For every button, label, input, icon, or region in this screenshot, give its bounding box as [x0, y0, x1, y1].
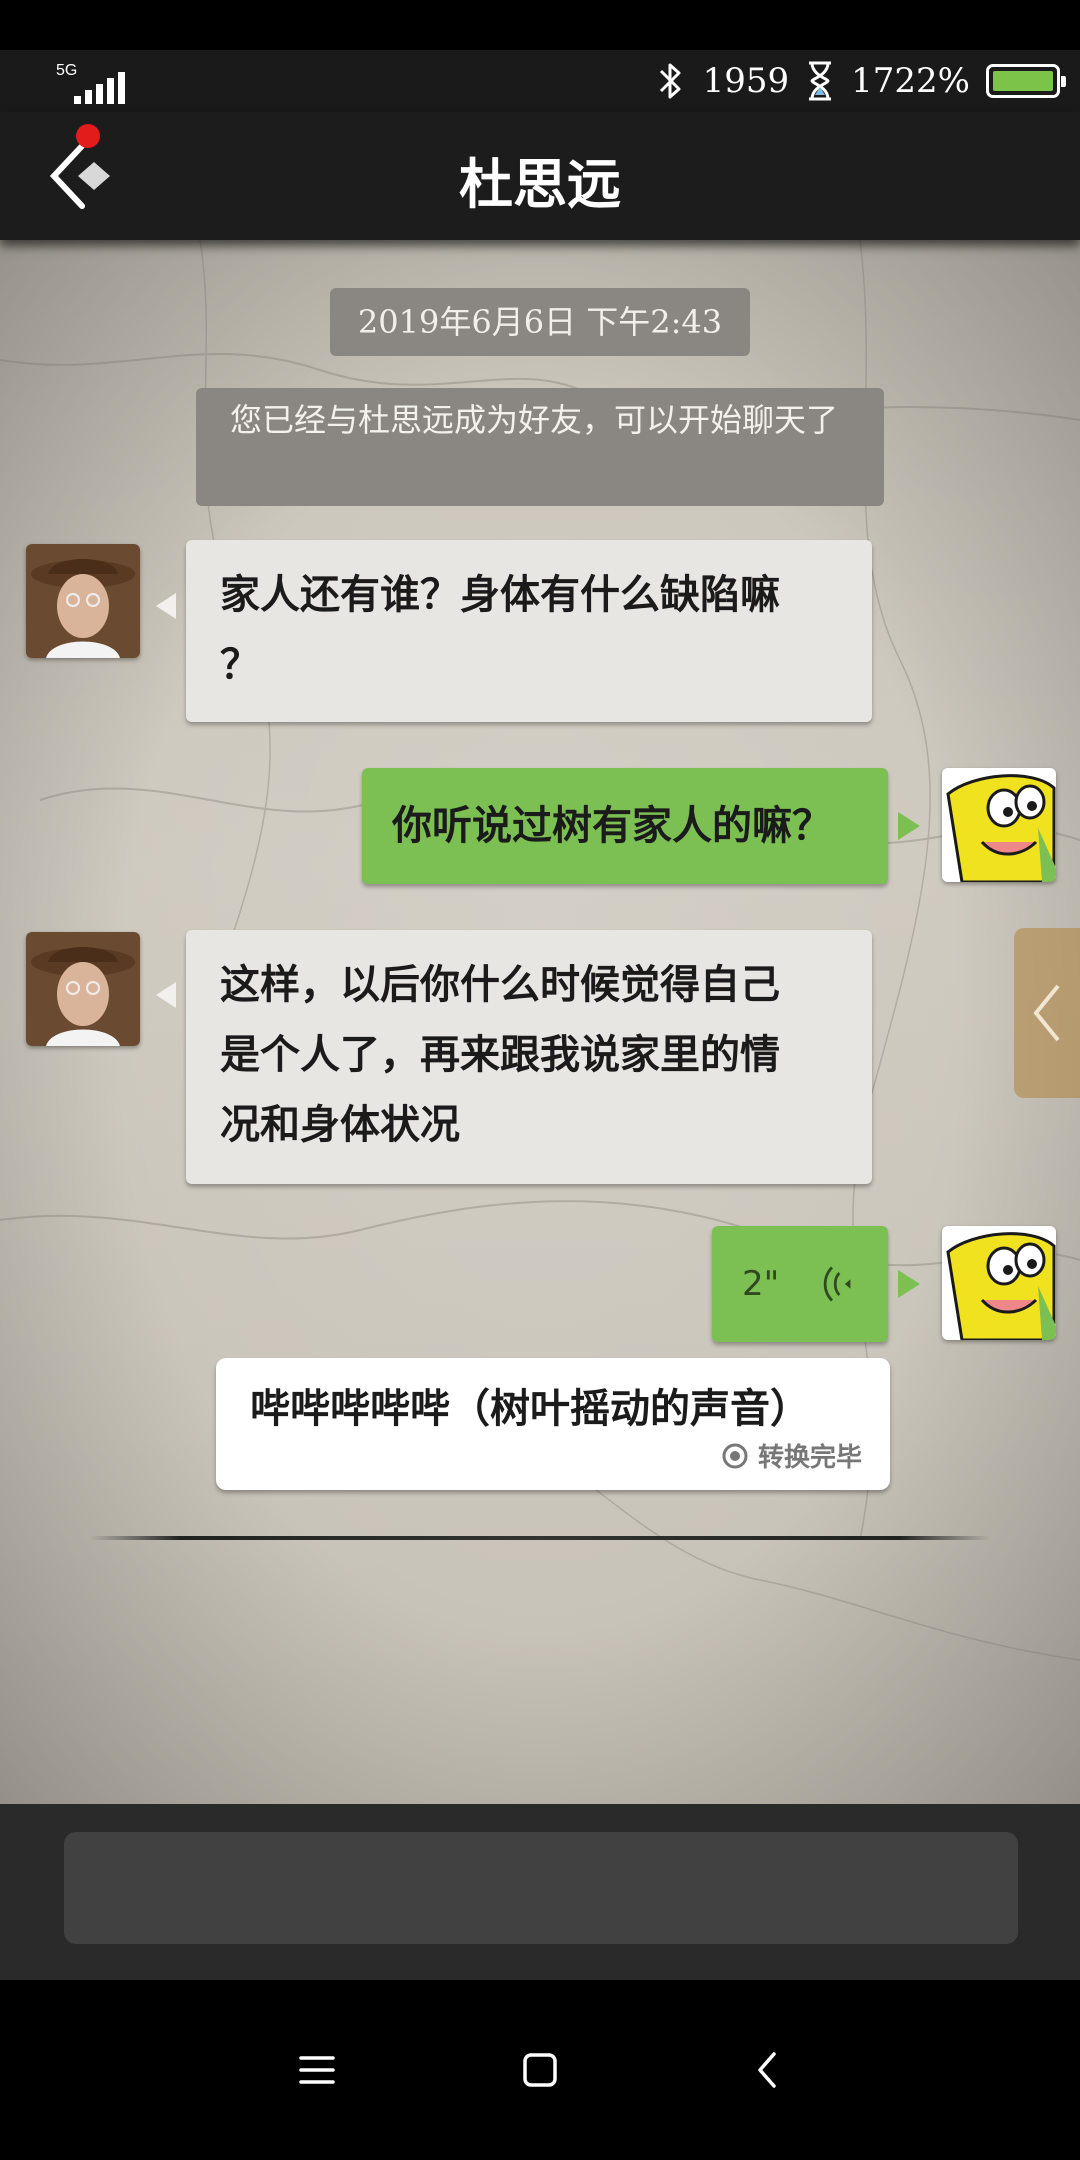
message-line: 这样，以后你什么时候觉得自己 — [220, 961, 780, 1008]
bluetooth-icon — [659, 63, 681, 99]
hourglass-icon — [809, 61, 832, 101]
message-line: 况和身体状况 — [220, 1101, 460, 1148]
voice-wave-icon — [824, 1266, 851, 1302]
my-avatar[interactable] — [942, 768, 1056, 882]
chat-area[interactable]: 2019年6月6日 下午2:43 您已经与杜思远成为好友，可以开始聊天了 家人还… — [0, 240, 1080, 1804]
transcription-text: 哔哔哔哔哔（树叶摇动的声音） — [250, 1385, 810, 1432]
camera-cutout-bar — [0, 0, 1080, 50]
chevron-left-icon — [1033, 984, 1060, 1042]
message-line: 是个人了，再来跟我说家里的情 — [220, 1031, 780, 1078]
timestamp: 2019年6月6日 下午2:43 — [330, 288, 750, 356]
radio-dot-icon — [722, 1443, 748, 1468]
voice-message-bubble[interactable]: 2" — [712, 1226, 888, 1342]
contact-avatar[interactable] — [26, 932, 140, 1046]
system-message: 您已经与杜思远成为好友，可以开始聊天了 — [196, 388, 884, 506]
navigation-bar — [0, 1980, 1080, 2160]
voice-duration: 2" — [742, 1264, 780, 1304]
home-icon[interactable] — [520, 2050, 560, 2090]
bubble-tail — [898, 1270, 920, 1298]
bubble-tail — [898, 812, 920, 840]
bubble-tail — [156, 593, 176, 619]
bubble-tail — [156, 982, 176, 1008]
battery-icon — [986, 64, 1066, 98]
divider — [90, 1536, 990, 1540]
page-title: 杜思远 — [459, 152, 621, 216]
step-count: 1959 — [702, 61, 790, 101]
message-text: 你听说过树有家人的嘛？ — [392, 802, 832, 849]
composer-bar — [0, 1804, 1080, 1980]
notification-dot — [76, 124, 100, 148]
message-input[interactable] — [64, 1832, 1018, 1944]
my-avatar[interactable] — [942, 1226, 1056, 1340]
side-drawer-tab[interactable] — [1014, 928, 1080, 1098]
menu-icon[interactable] — [297, 2050, 337, 2090]
status-bar: 5G 1959 1722% — [0, 50, 1080, 112]
chat-header: 杜思远 — [0, 112, 1080, 240]
contact-message-bubble[interactable]: 家人还有谁？身体有什么缺陷嘛 ？ — [186, 540, 872, 722]
contact-message-bubble[interactable]: 这样，以后你什么时候觉得自己 是个人了，再来跟我说家里的情 况和身体状况 — [186, 930, 872, 1184]
message-line: 家人还有谁？身体有什么缺陷嘛 — [220, 571, 780, 618]
transcription-status-label: 转换完毕 — [757, 1443, 862, 1473]
message-line: ？ — [220, 641, 260, 688]
my-message-bubble[interactable]: 你听说过树有家人的嘛？ — [362, 768, 888, 884]
battery-percent: 1722% — [851, 61, 970, 101]
voice-transcription[interactable]: 哔哔哔哔哔（树叶摇动的声音） 转换完毕 — [216, 1358, 890, 1490]
back-icon[interactable] — [748, 2050, 788, 2090]
transcription-status: 转换完毕 — [722, 1437, 862, 1474]
contact-avatar[interactable] — [26, 544, 140, 658]
